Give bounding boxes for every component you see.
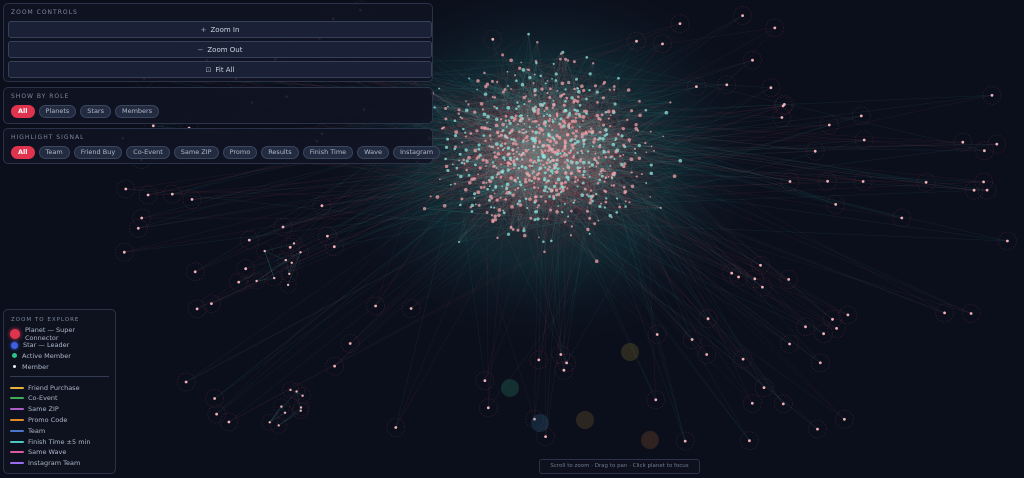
signal-chip-results[interactable]: Results (261, 146, 299, 159)
legend-edge-same-wave: Same Wave (10, 447, 109, 458)
same-wave-line-icon (10, 451, 24, 454)
legend-title: ZOOM TO EXPLORE (11, 317, 80, 323)
legend-member-label: Member (22, 362, 49, 371)
legend-edge-instagram-team: Instagram Team (10, 458, 109, 469)
promo-code-line-icon (10, 418, 24, 421)
member-dot-icon (13, 365, 16, 369)
role-filter-chips: All Planets Stars Members (8, 105, 428, 118)
role-chip-all[interactable]: All (11, 105, 35, 118)
legend-edge-label: Co-Event (28, 394, 58, 403)
planet-dot-icon (10, 329, 20, 340)
legend-edge-finish-time: Finish Time ±5 min (10, 436, 109, 447)
legend-edge-team: Team (10, 425, 109, 436)
role-chip-planets[interactable]: Planets (38, 105, 77, 118)
legend-edge-label: Same ZIP (28, 405, 59, 414)
co-event-line-icon (10, 397, 24, 400)
legend-star-label: Star — Leader (23, 341, 70, 350)
signal-chip-co-event[interactable]: Co-Event (126, 146, 170, 159)
legend-edge-friend-purchase: Friend Purchase (10, 382, 109, 393)
signal-chip-all[interactable]: All (11, 146, 35, 159)
legend-edge-label: Friend Purchase (28, 383, 80, 392)
legend-planet-label: Planet — Super Connector (25, 326, 76, 343)
zoom-in-button[interactable]: + Zoom In (8, 21, 432, 38)
fit-all-label: Fit All (215, 66, 235, 74)
signal-chip-same-zip[interactable]: Same ZIP (173, 146, 219, 159)
signal-filter-panel: HIGHLIGHT SIGNAL All Team Friend Buy Co-… (3, 128, 441, 164)
zoom-controls-title: ZOOM CONTROLS (11, 9, 78, 16)
fit-all-button[interactable]: ⊡ Fit All (8, 61, 432, 78)
legend-panel: ZOOM TO EXPLORE Planet — Super Connector… (3, 309, 116, 474)
interaction-hint: Scroll to zoom · Drag to pan · Click pla… (539, 459, 700, 474)
signal-chip-team[interactable]: Team (38, 146, 70, 159)
zoom-controls-panel: ZOOM CONTROLS + Zoom In − Zoom Out ⊡ Fit Al… (3, 3, 433, 82)
signal-chip-wave[interactable]: Wave (357, 146, 390, 159)
legend-edge-label: Team (28, 426, 46, 435)
legend-edge-label: Promo Code (28, 415, 68, 424)
legend-member: Member (10, 361, 109, 372)
legend-edge-label: Instagram Team (28, 459, 81, 468)
zoom-out-button[interactable]: − Zoom Out (8, 41, 432, 58)
legend-edge-promo-code: Promo Code (10, 415, 109, 426)
signal-filter-chips: All Team Friend Buy Co-Event Same ZIP Pr… (8, 146, 441, 159)
signal-chip-instagram[interactable]: Instagram (393, 146, 441, 159)
legend-edge-label: Finish Time ±5 min (28, 437, 91, 446)
finish-time-line-icon (10, 440, 24, 443)
legend-edge-label: Same Wave (28, 448, 67, 457)
role-filter-panel: SHOW BY ROLE All Planets Stars Members (3, 87, 433, 124)
legend-planet: Planet — Super Connector (10, 326, 109, 343)
legend-edge-co-event: Co-Event (10, 393, 109, 404)
legend-divider (10, 376, 109, 378)
plus-icon: + (200, 26, 207, 34)
same-zip-line-icon (10, 408, 24, 411)
signal-filter-title: HIGHLIGHT SIGNAL (11, 134, 85, 141)
signal-chip-promo[interactable]: Promo (222, 146, 258, 159)
signal-chip-finish-time[interactable]: Finish Time (302, 146, 354, 159)
fit-icon: ⊡ (205, 66, 212, 74)
signal-chip-friend-buy[interactable]: Friend Buy (73, 146, 123, 159)
team-line-icon (10, 429, 24, 432)
role-chip-members[interactable]: Members (114, 105, 160, 118)
minus-icon: − (197, 46, 204, 54)
friend-purchase-line-icon (10, 386, 24, 389)
legend-active-member: Active Member (10, 351, 109, 362)
role-filter-title: SHOW BY ROLE (11, 93, 70, 100)
legend-active-member-label: Active Member (22, 351, 71, 360)
legend-edge-same-zip: Same ZIP (10, 404, 109, 415)
instagram-team-line-icon (10, 462, 24, 465)
zoom-in-label: Zoom In (210, 26, 240, 34)
role-chip-stars[interactable]: Stars (80, 105, 111, 118)
zoom-out-label: Zoom Out (207, 46, 243, 54)
active-member-dot-icon (12, 353, 17, 359)
star-dot-icon (11, 341, 18, 349)
